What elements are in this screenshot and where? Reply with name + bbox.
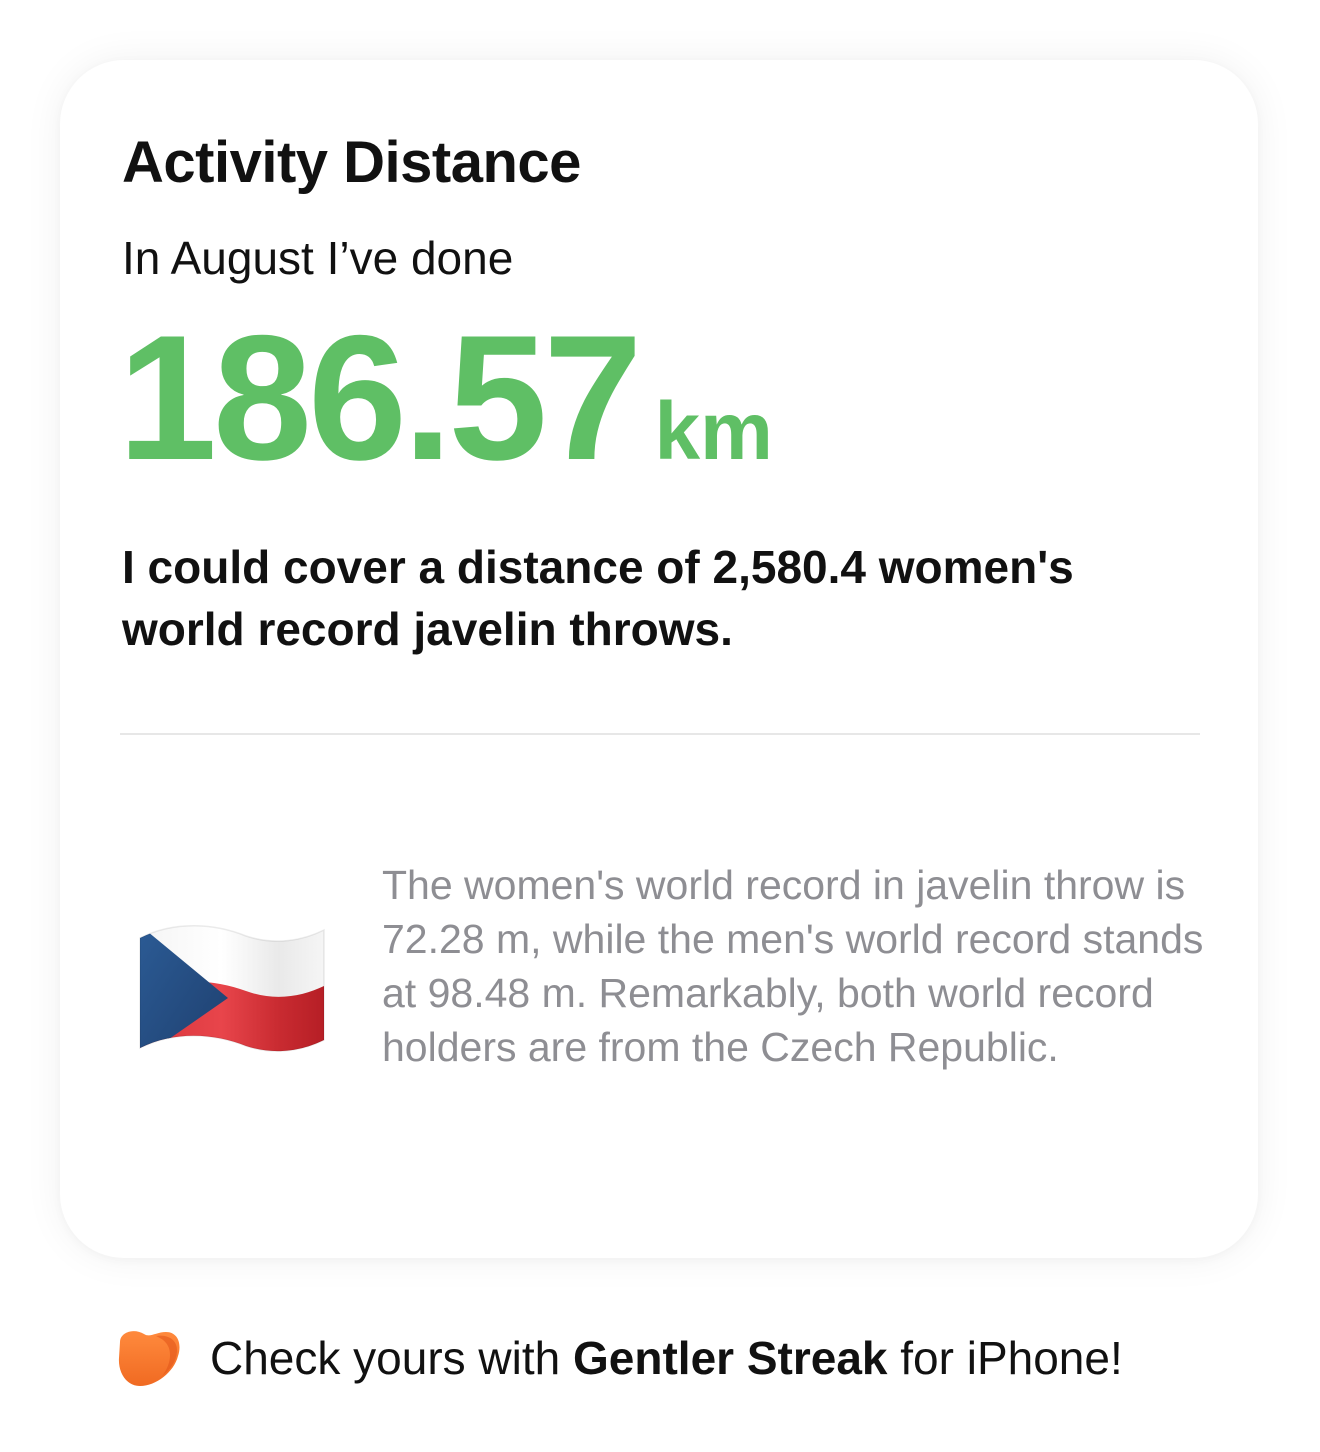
gentler-streak-heart-icon: [118, 1331, 180, 1386]
page: Activity Distance In August I’ve done 18…: [0, 0, 1320, 1452]
card-title: Activity Distance: [122, 130, 581, 195]
fact-text: The women's world record in javelin thro…: [382, 862, 1204, 1070]
divider: [120, 733, 1200, 735]
distance-unit: km: [654, 386, 773, 477]
card-subtitle: In August I’ve done: [122, 232, 514, 284]
footer-suffix: for iPhone!: [887, 1332, 1123, 1384]
footer-app-name[interactable]: Gentler Streak: [573, 1332, 887, 1384]
distance-value: 186.57: [118, 298, 642, 497]
distance-metric: 186.57 km: [118, 308, 773, 488]
footer-prefix: Check yours with: [210, 1332, 574, 1384]
footer-promo: Check yours with Gentler Streak for iPho…: [116, 1326, 1123, 1390]
footer-text: Check yours with Gentler Streak for iPho…: [210, 1328, 1123, 1388]
czech-flag-icon: [139, 925, 325, 1052]
comparison-text: I could cover a distance of 2,580.4 wome…: [122, 541, 1074, 655]
activity-distance-card: Activity Distance In August I’ve done 18…: [60, 60, 1258, 1258]
